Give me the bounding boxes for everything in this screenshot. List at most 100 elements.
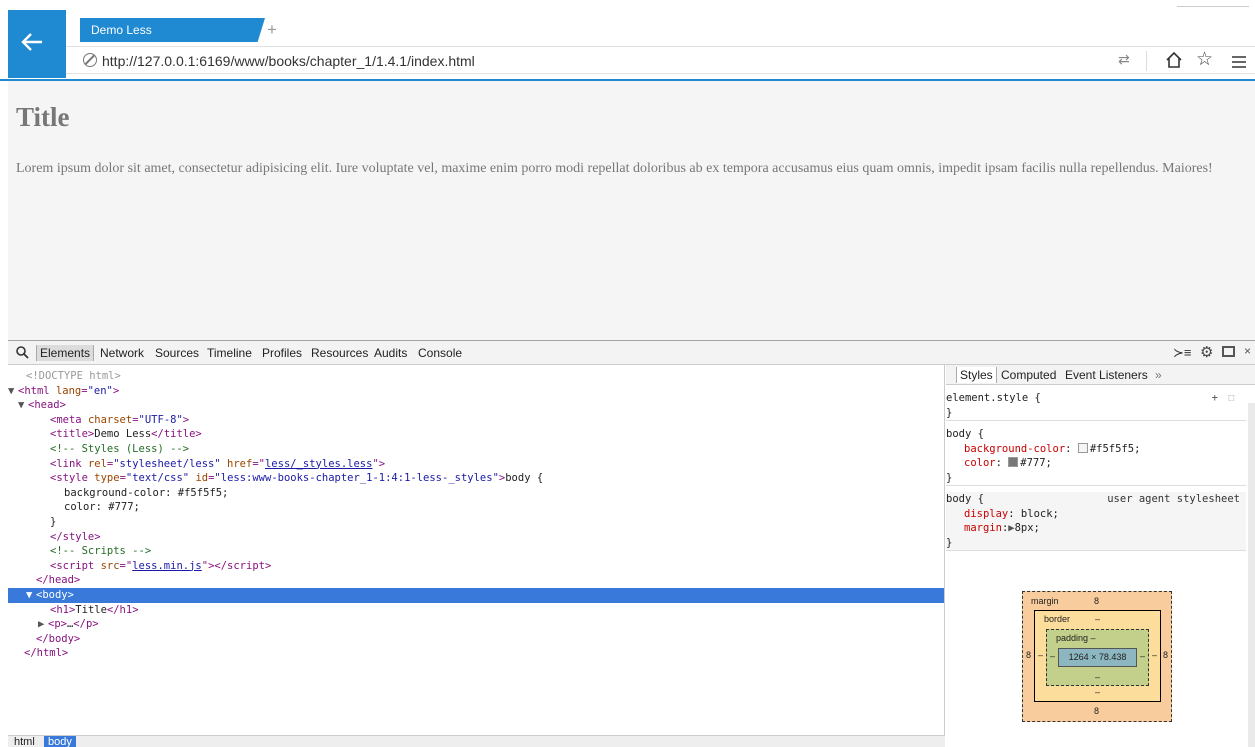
dom-node-doctype[interactable]: <!DOCTYPE html> [8, 369, 944, 384]
border-label: border [1044, 614, 1071, 624]
rule-user-agent[interactable]: body { user agent stylesheet display: bl… [946, 492, 1246, 552]
styles-pane: Styles Computed Event Listeners » elemen… [946, 365, 1255, 747]
hub-menu-icon[interactable] [1231, 55, 1247, 69]
border-left-value[interactable]: – [1038, 650, 1043, 660]
window-controls[interactable] [1177, 6, 1249, 12]
add-rule-icon[interactable]: + [1212, 391, 1218, 406]
more-tabs-icon[interactable]: » [1155, 368, 1162, 382]
dom-node-link[interactable]: <link rel="stylesheet/less" href="less/_… [8, 457, 944, 472]
url-text[interactable]: http://127.0.0.1:6169/www/books/chapter_… [102, 52, 475, 70]
dom-comment-styles[interactable]: <!-- Styles (Less) --> [8, 442, 944, 457]
padding-bottom-value[interactable]: – [1095, 672, 1100, 682]
dom-node-style[interactable]: <style type="text/css" id="less:www-book… [8, 471, 944, 486]
page-viewport: Title Lorem ipsum dolor sit amet, consec… [8, 81, 1255, 340]
rule-element-style[interactable]: element.style { } + ⬚ [946, 391, 1246, 422]
tab-resources[interactable]: Resources [311, 345, 368, 361]
tab-computed[interactable]: Computed [1001, 368, 1056, 382]
dock-icon[interactable] [1222, 346, 1235, 357]
dom-node-script[interactable]: <script src="less.min.js"></script> [8, 559, 944, 574]
tab-elements[interactable]: Elements [36, 345, 95, 361]
devtools-panel: Elements Network Sources Timeline Profil… [8, 340, 1255, 747]
search-icon[interactable] [16, 346, 29, 359]
tab-audits[interactable]: Audits [374, 345, 407, 361]
script-link[interactable]: less.min.js [132, 560, 202, 572]
user-agent-label: user agent stylesheet [1107, 493, 1240, 505]
expand-triangle-icon[interactable]: ▼ [26, 588, 36, 603]
dom-node-style-close[interactable]: </style> [8, 530, 944, 545]
css-property[interactable]: display: block; [946, 507, 1246, 522]
box-model-border[interactable]: border – – – – padding – – – – 1264 × 78… [1034, 610, 1161, 702]
home-icon[interactable] [1164, 50, 1184, 70]
border-bottom-value[interactable]: – [1095, 687, 1100, 697]
dom-node-html-close[interactable]: </html> [8, 646, 944, 661]
breadcrumb-html[interactable]: html [10, 736, 39, 747]
padding-right-value[interactable]: – [1140, 651, 1145, 661]
tab-event-listeners[interactable]: Event Listeners [1065, 368, 1148, 382]
styles-tabs: Styles Computed Event Listeners » [946, 365, 1255, 385]
dom-node-head[interactable]: ▼ <head> [8, 398, 944, 413]
back-button[interactable] [8, 10, 66, 78]
css-property[interactable]: margin:▶8px; [946, 521, 1246, 536]
border-right-value[interactable]: – [1152, 650, 1157, 660]
box-model-margin[interactable]: margin 8 8 8 8 border – – – – padding – … [1022, 591, 1172, 722]
new-tab-button[interactable]: + [267, 20, 277, 40]
margin-label: margin [1031, 596, 1059, 606]
devtools-window-icons: ≻≡ ⚙ × [1165, 343, 1255, 363]
page-heading: Title [16, 102, 70, 132]
breadcrumb: html body [8, 735, 945, 747]
box-model-padding[interactable]: padding – – – – 1264 × 78.438 [1046, 629, 1149, 686]
tab-profiles[interactable]: Profiles [262, 345, 302, 361]
margin-left-value[interactable]: 8 [1026, 650, 1031, 660]
site-info-icon[interactable] [83, 53, 97, 67]
gear-icon[interactable]: ⚙ [1200, 343, 1213, 361]
dom-node-p[interactable]: ▶ <p>…</p> [8, 617, 944, 632]
padding-label: padding – [1056, 633, 1096, 643]
css-property[interactable]: background-color: #f5f5f5; [946, 442, 1246, 457]
close-icon[interactable]: × [1244, 344, 1251, 358]
tab-sources[interactable]: Sources [155, 345, 199, 361]
tab-console[interactable]: Console [418, 345, 462, 361]
dom-node-head-close[interactable]: </head> [8, 573, 944, 588]
browser-tab-active[interactable]: Demo Less [80, 18, 265, 42]
style-content-line: background-color: #f5f5f5; [64, 486, 229, 499]
styles-scrollbar[interactable] [1248, 403, 1255, 747]
breadcrumb-body[interactable]: body [44, 736, 76, 747]
margin-bottom-value[interactable]: 8 [1094, 706, 1099, 716]
browser-chrome: Demo Less + http://127.0.0.1:6169/www/bo… [0, 0, 1255, 81]
console-drawer-icon[interactable]: ≻≡ [1173, 345, 1191, 361]
stylesheet-link[interactable]: less/_styles.less [265, 458, 372, 470]
tab-styles[interactable]: Styles [956, 367, 997, 383]
margin-right-value[interactable]: 8 [1163, 650, 1168, 660]
rule-body-inline[interactable]: body { background-color: #f5f5f5; color:… [946, 427, 1246, 487]
dom-node-h1[interactable]: <h1>Title</h1> [8, 603, 944, 618]
rule-close: } [946, 471, 953, 484]
dom-node-body-selected[interactable]: ▼ <body> [8, 588, 944, 603]
tab-timeline[interactable]: Timeline [207, 345, 252, 361]
address-separator [1146, 51, 1147, 71]
box-model-content[interactable]: 1264 × 78.438 [1058, 648, 1137, 667]
dom-node-body-close[interactable]: </body> [8, 632, 944, 647]
style-content-line: } [50, 516, 57, 528]
color-swatch[interactable] [1008, 457, 1019, 468]
favorite-star-icon[interactable]: ☆ [1196, 48, 1213, 71]
margin-top-value[interactable]: 8 [1094, 596, 1099, 606]
rule-close: } [946, 406, 953, 419]
element-state-icon[interactable]: ⬚ [1229, 391, 1234, 406]
dom-node-meta[interactable]: <meta charset="UTF-8"> [8, 413, 944, 428]
border-top-value[interactable]: – [1095, 614, 1100, 624]
padding-left-value[interactable]: – [1050, 651, 1055, 661]
color-swatch[interactable] [1077, 442, 1088, 453]
back-arrow-icon [21, 33, 42, 51]
dom-comment-scripts[interactable]: <!-- Scripts --> [8, 544, 944, 559]
rule-selector: body { [946, 428, 984, 440]
reload-icon[interactable]: ⇄ [1118, 51, 1130, 68]
expand-triangle-icon[interactable]: ▼ [8, 384, 18, 399]
tab-network[interactable]: Network [100, 345, 144, 361]
dom-node-title[interactable]: <title>Demo Less</title> [8, 427, 944, 442]
address-bar[interactable]: http://127.0.0.1:6169/www/books/chapter_… [66, 46, 1255, 74]
dom-tree: <!DOCTYPE html> ▼ <html lang="en"> ▼ <head… [8, 365, 945, 735]
collapse-triangle-icon[interactable]: ▶ [38, 617, 48, 632]
dom-node-html[interactable]: ▼ <html lang="en"> [8, 384, 944, 399]
expand-triangle-icon[interactable]: ▼ [18, 398, 28, 413]
css-property[interactable]: color: #777; [946, 456, 1246, 471]
